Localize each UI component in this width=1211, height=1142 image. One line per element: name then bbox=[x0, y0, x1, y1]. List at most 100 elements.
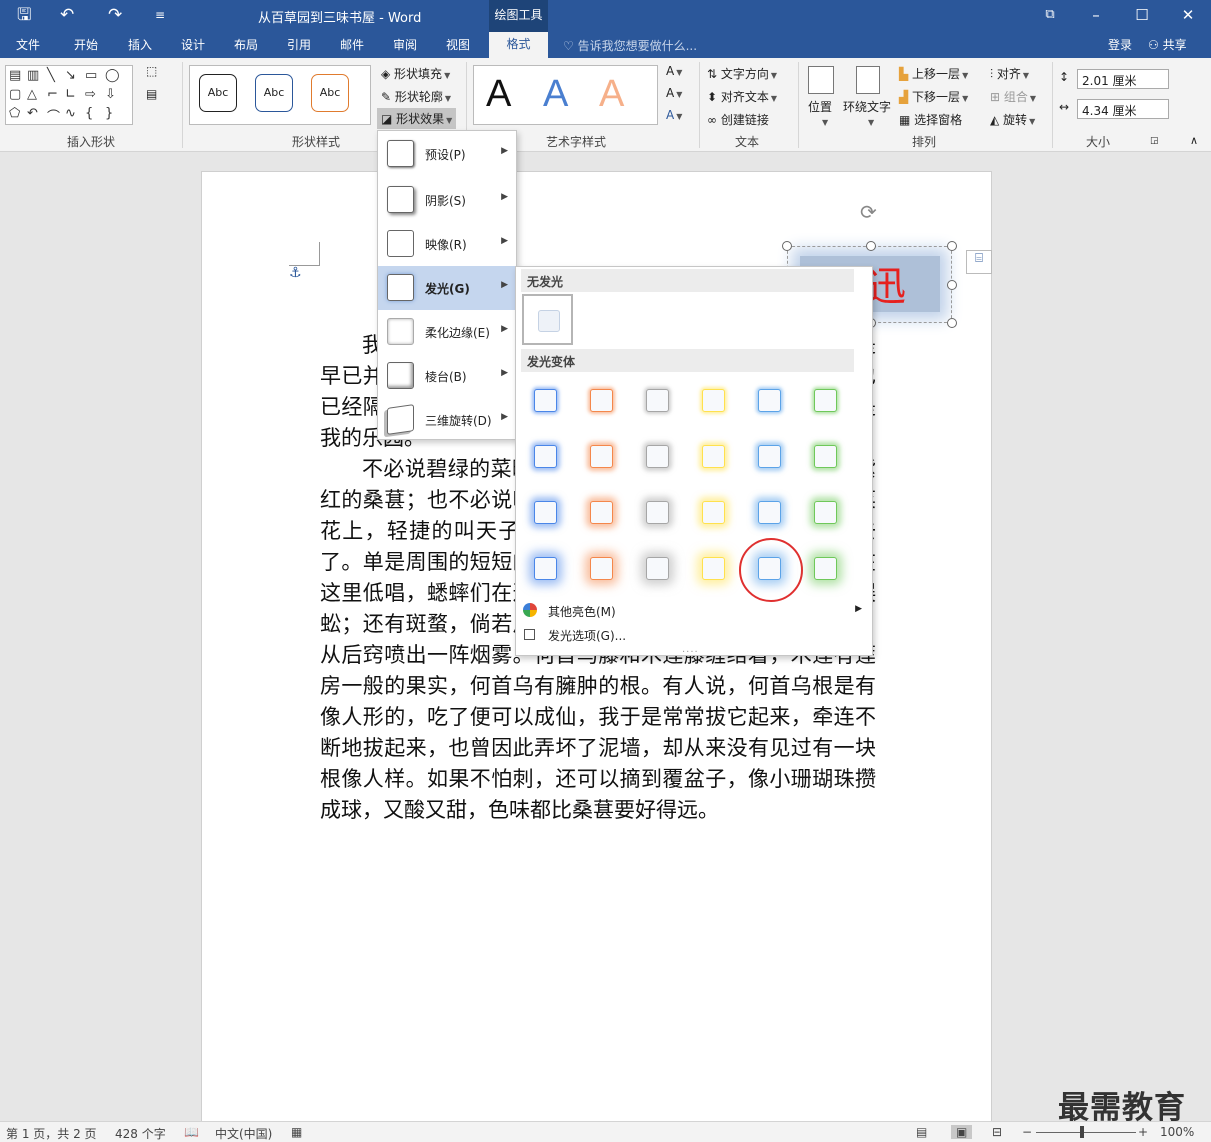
connector-shape-icon[interactable]: ⌐ bbox=[47, 87, 58, 102]
edit-shape-icon[interactable]: ⬚ bbox=[146, 64, 157, 78]
zoom-in-icon[interactable]: + bbox=[1138, 1125, 1148, 1139]
resize-handle[interactable] bbox=[947, 280, 957, 290]
glow-variation-swatch[interactable] bbox=[590, 557, 613, 580]
elbow-shape-icon[interactable]: ∟ bbox=[65, 87, 76, 102]
rectangle-shape-icon[interactable]: ▭ bbox=[85, 68, 97, 83]
glow-variation-swatch[interactable] bbox=[534, 501, 557, 524]
wave-shape-icon[interactable]: ∿ bbox=[65, 106, 76, 121]
close-button[interactable]: ✕ bbox=[1165, 0, 1211, 30]
text-fill-icon[interactable]: A ▼ bbox=[666, 64, 682, 78]
shape-fill-button[interactable]: ◈ 形状填充 ▼ bbox=[381, 65, 450, 82]
bring-forward-button[interactable]: ▙ 上移一层 ▼ bbox=[899, 65, 968, 82]
glow-variation-swatch[interactable] bbox=[590, 501, 613, 524]
zoom-slider-thumb[interactable] bbox=[1080, 1126, 1084, 1138]
send-backward-button[interactable]: ▟ 下移一层 ▼ bbox=[899, 88, 968, 105]
draw-textbox-icon[interactable]: ▤ bbox=[146, 87, 157, 101]
sign-in-link[interactable]: 登录 bbox=[1108, 36, 1132, 53]
wordart-style-orange[interactable]: A bbox=[599, 72, 624, 116]
page-count[interactable]: 第 1 页，共 2 页 bbox=[6, 1125, 97, 1142]
text-effects-icon[interactable]: A ▼ bbox=[666, 108, 682, 122]
resize-handle[interactable] bbox=[947, 241, 957, 251]
effect-bevel-item[interactable]: 棱台(B) ▶ bbox=[378, 354, 516, 398]
selection-pane-button[interactable]: ▦ 选择窗格 bbox=[899, 111, 962, 128]
tell-me-search[interactable]: ♡ 告诉我您想要做什么... bbox=[563, 37, 697, 54]
glow-variation-swatch[interactable] bbox=[758, 501, 781, 524]
menu-resize-grip[interactable]: .... bbox=[682, 644, 699, 655]
zoom-out-icon[interactable]: − bbox=[1022, 1125, 1032, 1139]
size-dialog-launcher-icon[interactable]: ◲ bbox=[1150, 136, 1159, 146]
tab-layout[interactable]: 布局 bbox=[234, 36, 258, 53]
position-button[interactable]: 位置 bbox=[808, 98, 832, 115]
rounded-rect-shape-icon[interactable]: ▢ bbox=[9, 87, 21, 102]
shape-style-orange[interactable]: Abc bbox=[311, 74, 349, 112]
glow-variation-swatch[interactable] bbox=[758, 445, 781, 468]
tab-file[interactable]: 文件 bbox=[16, 36, 40, 53]
brace-right-shape-icon[interactable]: } bbox=[105, 106, 113, 121]
group-button[interactable]: ⊞ 组合 ▼ bbox=[990, 88, 1036, 105]
proofing-icon[interactable]: 📖 bbox=[184, 1125, 199, 1139]
shape-style-blue[interactable]: Abc bbox=[255, 74, 293, 112]
effect-shadow-item[interactable]: 阴影(S) ▶ bbox=[378, 178, 516, 222]
align-text-button[interactable]: ⬍ 对齐文本 ▼ bbox=[707, 88, 777, 105]
rotate-handle-icon[interactable]: ⟳ bbox=[860, 200, 877, 224]
effect-soft-edges-item[interactable]: 柔化边缘(E) ▶ bbox=[378, 310, 516, 354]
glow-variation-swatch[interactable] bbox=[646, 501, 669, 524]
print-layout-icon[interactable]: ▣ bbox=[951, 1125, 973, 1139]
shapes-gallery[interactable]: ▤ ▥ ╲ ↘ ▭ ◯ ▢ △ ⌐ ∟ ⇨ ⇩ ⬠ ↶ ⌒ ∿ { } bbox=[5, 65, 133, 125]
down-arrow-shape-icon[interactable]: ⇩ bbox=[105, 87, 116, 102]
shape-width-field[interactable]: 4.34 厘米 bbox=[1077, 99, 1169, 119]
glow-variation-swatch[interactable] bbox=[534, 445, 557, 468]
read-mode-icon[interactable]: ▤ bbox=[916, 1125, 927, 1139]
glow-variation-swatch[interactable] bbox=[590, 389, 613, 412]
customize-qat-icon[interactable]: ≡ bbox=[155, 4, 165, 26]
glow-variation-swatch[interactable] bbox=[758, 557, 781, 580]
tab-home[interactable]: 开始 bbox=[74, 36, 98, 53]
tab-format[interactable]: 格式 bbox=[489, 32, 548, 58]
web-layout-icon[interactable]: ⊟ bbox=[992, 1125, 1002, 1139]
text-direction-button[interactable]: ⇅ 文字方向 ▼ bbox=[707, 65, 777, 82]
glow-variation-swatch[interactable] bbox=[814, 445, 837, 468]
tab-insert[interactable]: 插入 bbox=[128, 36, 152, 53]
arc-shape-icon[interactable]: ⌒ bbox=[47, 106, 60, 125]
text-outline-icon[interactable]: A ▼ bbox=[666, 86, 682, 100]
zoom-level[interactable]: 100% bbox=[1160, 1125, 1194, 1139]
effect-glow-item[interactable]: 发光(G) ▶ bbox=[378, 266, 516, 310]
block-arrow-shape-icon[interactable]: ⇨ bbox=[85, 87, 96, 102]
wordart-style-black[interactable]: A bbox=[486, 72, 511, 116]
language-indicator[interactable]: 中文(中国) bbox=[215, 1125, 272, 1142]
glow-variation-swatch[interactable] bbox=[814, 501, 837, 524]
resize-handle[interactable] bbox=[866, 241, 876, 251]
share-button[interactable]: ⚇ 共享 bbox=[1148, 36, 1187, 53]
arrow-line-shape-icon[interactable]: ↘ bbox=[65, 68, 76, 83]
curve-shape-icon[interactable]: ↶ bbox=[27, 106, 38, 121]
no-glow-option[interactable] bbox=[522, 294, 573, 345]
maximize-button[interactable]: ☐ bbox=[1119, 0, 1165, 30]
glow-variation-swatch[interactable] bbox=[814, 557, 837, 580]
word-count[interactable]: 428 个字 bbox=[115, 1125, 166, 1142]
align-button[interactable]: ⫶ 对齐 ▼ bbox=[990, 65, 1029, 82]
collapse-ribbon-icon[interactable]: ∧ bbox=[1190, 134, 1198, 147]
textbox-shape-icon[interactable]: ▤ bbox=[9, 68, 21, 83]
undo-icon[interactable]: ↶ bbox=[60, 4, 74, 26]
layout-options-icon[interactable]: ⌸ bbox=[966, 250, 992, 274]
tab-references[interactable]: 引用 bbox=[287, 36, 311, 53]
resize-handle[interactable] bbox=[947, 318, 957, 328]
effect-3d-rotation-item[interactable]: 三维旋转(D) ▶ bbox=[378, 398, 516, 442]
glow-variation-swatch[interactable] bbox=[646, 445, 669, 468]
vertical-textbox-shape-icon[interactable]: ▥ bbox=[27, 68, 39, 83]
tab-review[interactable]: 审阅 bbox=[393, 36, 417, 53]
glow-variation-swatch[interactable] bbox=[758, 389, 781, 412]
freeform-shape-icon[interactable]: ⬠ bbox=[9, 106, 20, 121]
redo-icon[interactable]: ↷ bbox=[108, 4, 122, 26]
tab-design[interactable]: 设计 bbox=[181, 36, 205, 53]
macro-icon[interactable]: ▦ bbox=[291, 1125, 302, 1139]
create-link-button[interactable]: ∞ 创建链接 bbox=[707, 111, 769, 128]
tab-view[interactable]: 视图 bbox=[446, 36, 470, 53]
shape-outline-button[interactable]: ✎ 形状轮廓 ▼ bbox=[381, 88, 451, 105]
glow-variation-swatch[interactable] bbox=[534, 389, 557, 412]
tab-mailings[interactable]: 邮件 bbox=[340, 36, 364, 53]
glow-variation-swatch[interactable] bbox=[702, 557, 725, 580]
shape-style-black[interactable]: Abc bbox=[199, 74, 237, 112]
brace-left-shape-icon[interactable]: { bbox=[85, 106, 93, 121]
triangle-shape-icon[interactable]: △ bbox=[27, 87, 37, 102]
